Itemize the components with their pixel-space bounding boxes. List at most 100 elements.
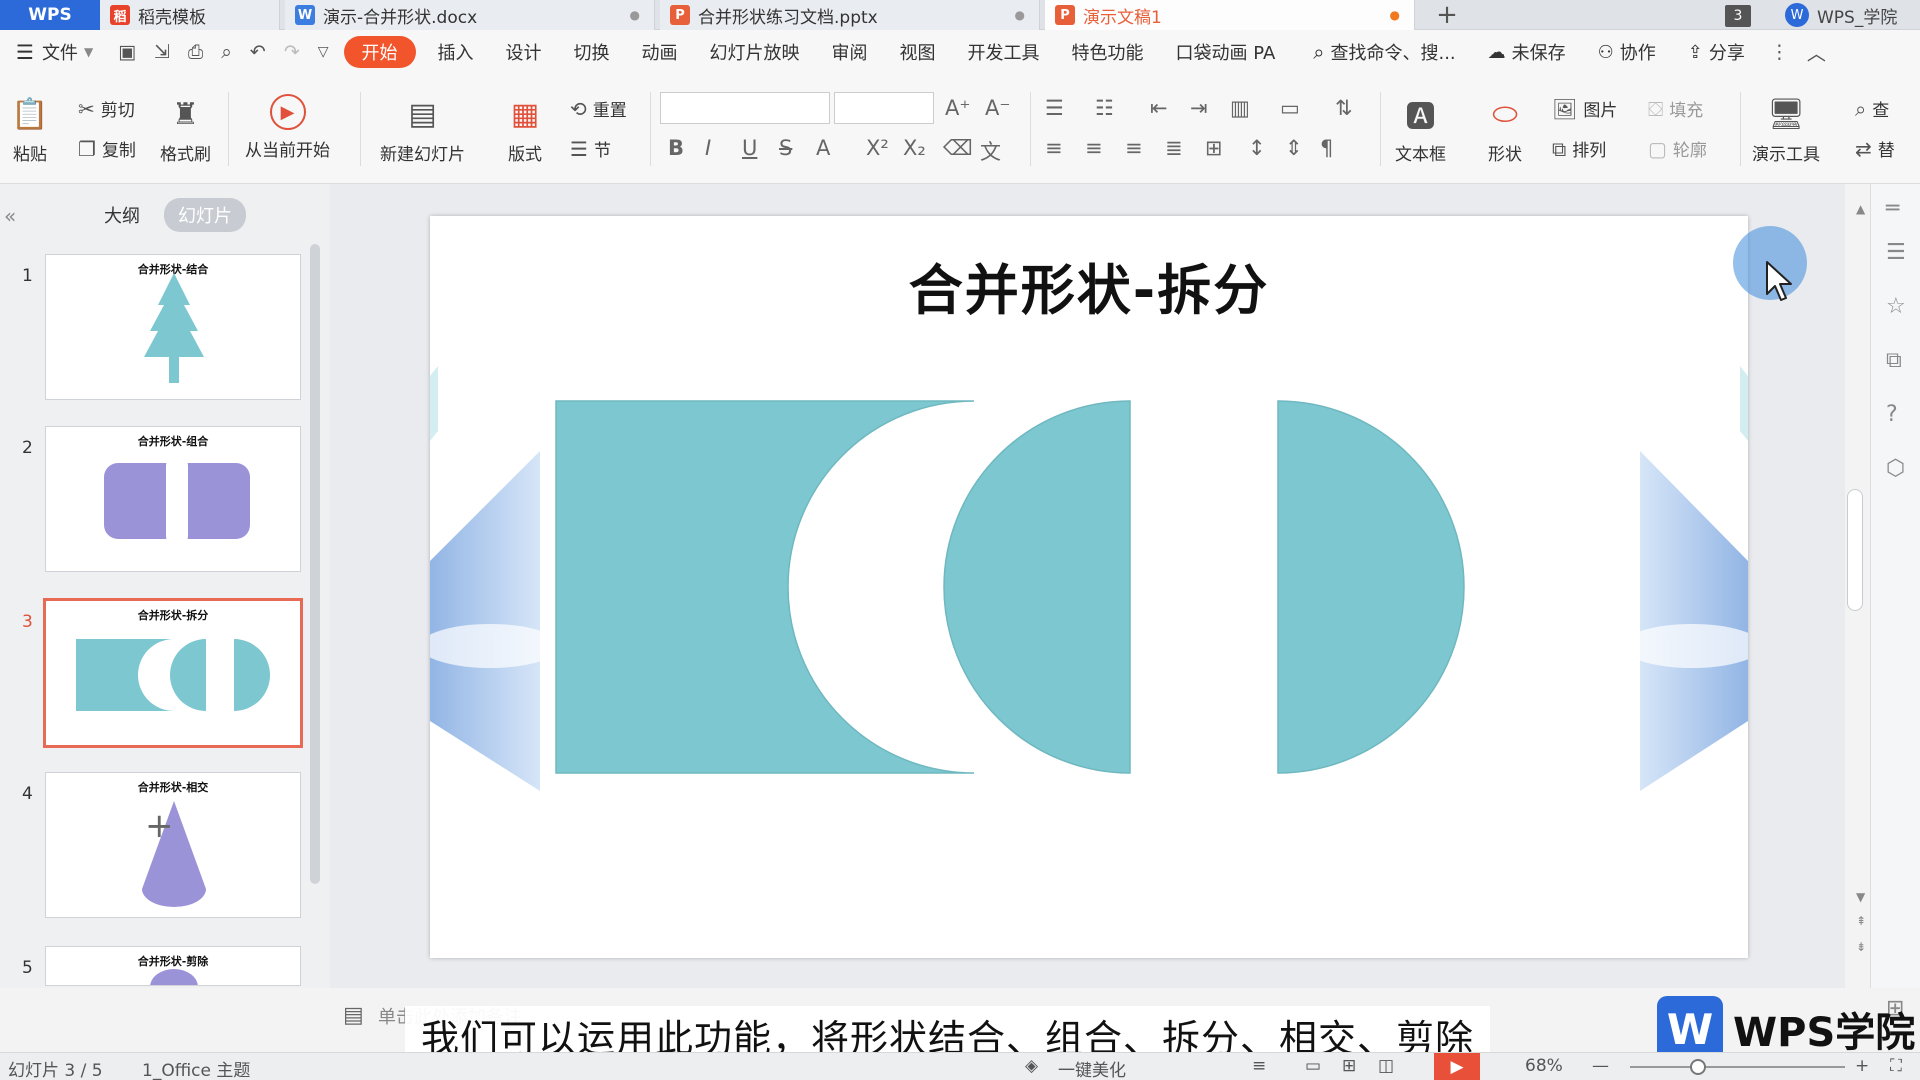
fit-window-icon[interactable]: ⛶	[1890, 1056, 1902, 1076]
tab-doc3[interactable]: P 演示文稿1 ●	[1045, 0, 1415, 30]
distribute-icon[interactable]: ⊞	[1205, 136, 1223, 160]
menu-review[interactable]: 审阅	[816, 36, 884, 68]
increase-font-icon[interactable]: A⁺	[945, 96, 970, 120]
menu-transition[interactable]: 切换	[558, 36, 626, 68]
shapes-button[interactable]: ⬭ 形状	[1485, 94, 1525, 166]
copy-button[interactable]: ❐ 复制	[78, 136, 136, 162]
presentation-tools-button[interactable]: 🖥 演示工具	[1752, 94, 1820, 166]
window-count-badge[interactable]: 3	[1725, 5, 1751, 27]
collapse-ribbon-icon[interactable]: ︿	[1798, 39, 1835, 66]
new-slide-button[interactable]: ▤ 新建幻灯片	[380, 94, 465, 166]
theme-name[interactable]: 1_Office 主题	[142, 1056, 250, 1080]
menu-view[interactable]: 视图	[884, 36, 952, 68]
cut-button[interactable]: ✂ 剪切	[78, 96, 135, 122]
increase-indent-icon[interactable]: ⇥	[1190, 96, 1208, 120]
zoom-level[interactable]: 68%	[1525, 1056, 1563, 1076]
font-size-select[interactable]	[834, 92, 934, 124]
tab-outline[interactable]: 大纲	[90, 198, 154, 232]
bold-icon[interactable]: B	[668, 136, 684, 160]
canvas-scrollbar-thumb[interactable]	[1847, 489, 1863, 611]
replace-button[interactable]: ⇄ 替	[1855, 136, 1895, 162]
scroll-down-icon[interactable]: ▼	[1856, 890, 1865, 904]
decrease-font-icon[interactable]: A⁻	[985, 96, 1010, 120]
animation-star-icon[interactable]: ☆	[1886, 294, 1906, 319]
scroll-up-icon[interactable]: ▲	[1856, 202, 1865, 216]
panel-scrollbar[interactable]	[310, 244, 320, 884]
share-button[interactable]: ⇪ 分享	[1672, 36, 1761, 68]
collapse-panel-icon[interactable]: «	[4, 204, 16, 228]
paste-button[interactable]: 📋 粘贴	[10, 94, 50, 166]
drag-handle-icon[interactable]: ═	[1886, 196, 1899, 221]
menu-pocket-animation[interactable]: 口袋动画 PA	[1160, 36, 1292, 68]
menu-features[interactable]: 特色功能	[1056, 36, 1160, 68]
tab-doc2-close[interactable]: ●	[1015, 8, 1025, 22]
add-slide-button[interactable]: +	[145, 806, 174, 846]
export-icon[interactable]: ⇲	[145, 41, 179, 63]
align-right-icon[interactable]: ≡	[1125, 136, 1143, 160]
underline-icon[interactable]: U	[742, 136, 757, 160]
previous-slide-icon[interactable]: ⇞	[1856, 914, 1866, 928]
clear-format-icon[interactable]: ⌫	[943, 136, 973, 160]
sorter-view-icon[interactable]: ⊞	[1342, 1056, 1356, 1076]
zoom-in-icon[interactable]: +	[1855, 1056, 1869, 1076]
collaborate-button[interactable]: ⚇ 协作	[1582, 36, 1672, 68]
format-painter-button[interactable]: ♜ 格式刷	[160, 94, 211, 166]
unsaved-status[interactable]: ☁ 未保存	[1472, 36, 1582, 68]
tab-doc3-unsaved-dot[interactable]: ●	[1390, 8, 1400, 22]
arrange-button[interactable]: ⧉ 排列	[1552, 136, 1606, 162]
font-family-select[interactable]	[660, 92, 830, 124]
superscript-icon[interactable]: X²	[866, 136, 889, 160]
undo-icon[interactable]: ↶	[241, 41, 275, 63]
text-direction-icon[interactable]: ⇅	[1335, 96, 1353, 120]
slide[interactable]: 合并形状-拆分	[430, 216, 1748, 958]
tab-doc2[interactable]: P 合并形状练习文档.pptx ●	[660, 0, 1040, 30]
print-preview-icon[interactable]: ⌕	[212, 41, 241, 63]
outline-button[interactable]: ▢ 轮廓	[1648, 136, 1707, 162]
quick-access-more-icon[interactable]: ▽	[309, 44, 338, 60]
zoom-out-icon[interactable]: —	[1592, 1056, 1609, 1076]
tab-slides[interactable]: 幻灯片	[164, 198, 246, 232]
slide-thumbnail-1[interactable]: 合并形状-结合	[45, 254, 301, 400]
section-button[interactable]: ☰ 节	[570, 136, 611, 162]
slide-thumbnail-2[interactable]: 合并形状-组合	[45, 426, 301, 572]
reset-button[interactable]: ⟲ 重置	[570, 96, 627, 122]
file-menu[interactable]: ☰ 文件 ▼	[0, 36, 109, 68]
tab-doc1[interactable]: W 演示-合并形状.docx ●	[285, 0, 655, 30]
notes-icon[interactable]: ▤	[343, 1003, 364, 1028]
paragraph-icon[interactable]: ¶	[1320, 136, 1333, 160]
menu-developer[interactable]: 开发工具	[952, 36, 1056, 68]
slide-switch-icon[interactable]: ⧉	[1886, 348, 1902, 373]
numbered-list-icon[interactable]: ☷	[1095, 96, 1114, 120]
subscript-icon[interactable]: X₂	[903, 136, 926, 160]
tab-template[interactable]: 稻 稻壳模板	[100, 0, 280, 30]
properties-icon[interactable]: ☰	[1886, 240, 1906, 265]
menu-animation[interactable]: 动画	[626, 36, 694, 68]
menu-insert[interactable]: 插入	[422, 36, 490, 68]
command-search[interactable]: ⌕ 查找命令、搜...	[1297, 36, 1471, 68]
cube-icon[interactable]: ⬡	[1886, 456, 1905, 481]
find-button[interactable]: ⌕ 查	[1855, 96, 1889, 122]
decrease-indent-icon[interactable]: ⇤	[1150, 96, 1168, 120]
play-from-current-button[interactable]: ▶ 从当前开始	[245, 94, 330, 161]
play-slideshow-button[interactable]: ▶	[1434, 1053, 1480, 1080]
paragraph-spacing-icon[interactable]: ⇕	[1285, 136, 1303, 160]
zoom-slider-handle[interactable]	[1690, 1059, 1706, 1075]
slide-thumbnail-3[interactable]: 合并形状-拆分	[43, 598, 303, 748]
columns-icon[interactable]: ▥	[1230, 96, 1250, 120]
strikethrough-icon[interactable]: S	[779, 136, 792, 160]
account-menu[interactable]: W WPS_学院	[1785, 0, 1897, 30]
tab-doc1-close[interactable]: ●	[630, 8, 640, 22]
new-tab-button[interactable]: +	[1432, 0, 1462, 30]
menu-design[interactable]: 设计	[490, 36, 558, 68]
zoom-slider[interactable]	[1630, 1066, 1845, 1068]
picture-button[interactable]: 🖼 图片	[1552, 96, 1617, 122]
textbox-button[interactable]: 🅰 文本框	[1395, 94, 1446, 165]
layout-button[interactable]: ▦ 版式	[505, 94, 545, 166]
print-icon[interactable]: ⎙	[179, 41, 212, 63]
one-click-beautify[interactable]: 一键美化	[1058, 1056, 1126, 1080]
menu-home[interactable]: 开始	[343, 36, 416, 68]
save-icon[interactable]: ▣	[109, 41, 145, 63]
font-color-icon[interactable]: A	[816, 136, 830, 160]
next-slide-icon[interactable]: ⇟	[1856, 940, 1866, 954]
more-options-icon[interactable]: ⋮	[1761, 41, 1798, 63]
